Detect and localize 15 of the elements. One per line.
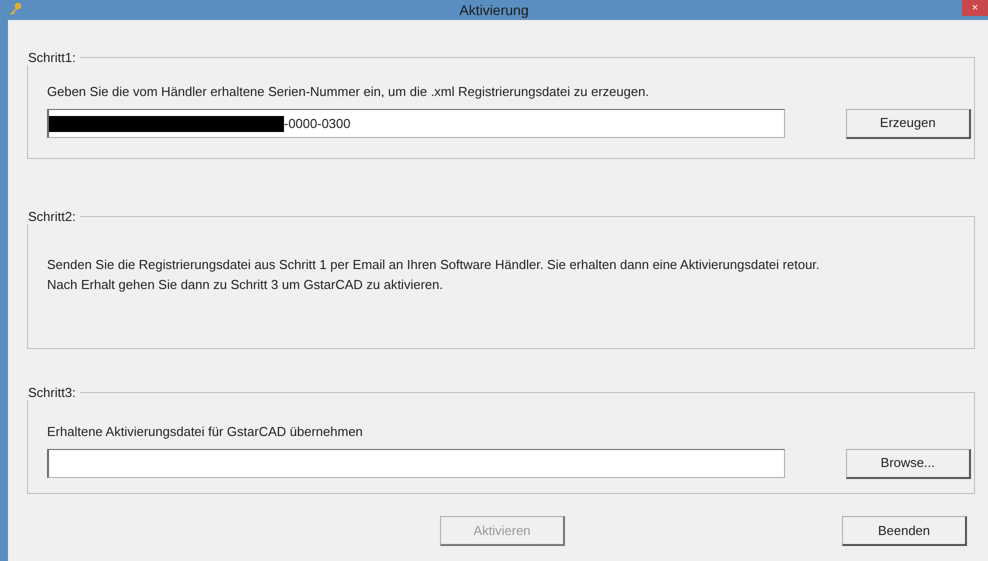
group-label: Schritt1: [26,50,80,65]
key-icon [8,2,22,16]
action-button[interactable]: Erzeugen [846,108,971,138]
group-label: Schritt2: [26,209,80,224]
text-field[interactable] [47,449,785,478]
group-label: Schritt3: [26,385,80,400]
close-button[interactable]: × [962,0,988,16]
instruction-text: Geben Sie die vom Händler erhaltene Serien-Nummer ein, um die .xml Registrierungsdatei zu erzeugen. [47,83,650,101]
instruction-text: Nach Erhalt gehen Sie dann zu Schritt 3 um GstarCAD zu aktivieren. [47,276,444,294]
instruction-text: Erhaltene Aktivierungsdatei für GstarCAD übernehmen [47,423,364,441]
instruction-text: Senden Sie die Registrierungsdatei aus Schritt 1 per Email an Ihren Software Händler. Sie erhalten dann eine Aktivierungsdatei retour. [47,256,821,274]
window-title: Aktivierung [459,2,529,18]
close-dialog-button[interactable]: Beenden [842,516,967,546]
action-button[interactable]: Browse... [846,448,971,478]
text-field[interactable]: -0000-0300 [47,109,785,138]
